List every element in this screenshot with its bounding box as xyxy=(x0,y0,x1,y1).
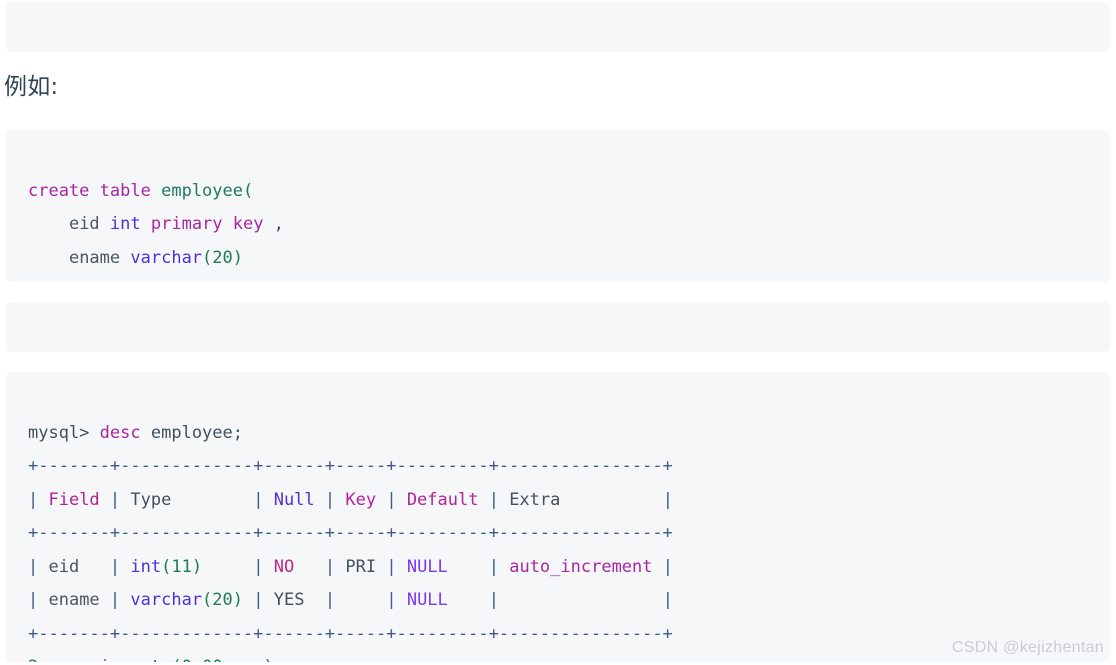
pipe: | xyxy=(243,556,274,577)
cell-default: NULL xyxy=(406,556,479,577)
token-close: ); xyxy=(28,281,48,282)
footer-time: (0.00 xyxy=(171,657,222,662)
code-line-col1: eid int primary key , xyxy=(28,208,1110,242)
table-separator-mid: +-------+-------------+------+-----+----… xyxy=(28,523,673,543)
footer-count: 2 xyxy=(28,657,38,662)
footer-unit: sec) xyxy=(233,657,274,662)
token-desc: desc xyxy=(99,422,141,443)
token-col2-name: ename xyxy=(68,247,121,268)
header-default: Default xyxy=(406,489,479,510)
mysql-footer-row: 2 rows in set (0.00 sec) xyxy=(28,651,1110,662)
code-block-create-table: create table employee( eid int primary k… xyxy=(6,130,1110,282)
header-extra: Extra xyxy=(509,489,653,510)
token-open-paren-2: ( xyxy=(202,247,213,268)
pipe: | xyxy=(242,489,274,510)
token-comma: , xyxy=(273,214,284,234)
code-line-create: create table employee( xyxy=(28,175,1110,209)
token-col2-len: 20 xyxy=(212,247,233,268)
token-open-paren: ( xyxy=(243,180,254,201)
table-row: | ename | varchar(20) | YES | | NULL | | xyxy=(28,584,1110,618)
header-key: Key xyxy=(345,489,377,510)
cell-field: ename xyxy=(48,590,100,610)
cell-type-base: varchar xyxy=(130,590,203,610)
cell-type-len: (20) xyxy=(202,590,243,610)
code-block-alter-example: alter table employee modify eid int auto… xyxy=(6,302,1110,352)
pipe: | xyxy=(478,489,510,510)
pipe: | xyxy=(376,556,407,577)
pipe: | xyxy=(314,489,346,510)
table-separator-top: +-------+-------------+------+-----+----… xyxy=(28,456,673,476)
footer-in: in xyxy=(100,657,120,662)
cell-field: eid xyxy=(48,556,100,577)
cell-type-len: (11) xyxy=(161,556,203,577)
token-col1-name: eid xyxy=(68,214,100,234)
cell-extra: auto_increment xyxy=(509,556,653,577)
table-header-row: | Field | Type | Null | Key | Default | … xyxy=(28,484,1110,518)
pipe: | xyxy=(28,556,49,577)
cell-pad xyxy=(202,557,243,577)
code-line-col2: ename varchar(20) xyxy=(28,242,1110,276)
token-col2-type: varchar xyxy=(130,247,203,268)
token-close-paren-2: ) xyxy=(232,247,244,268)
pipe: | xyxy=(478,556,510,577)
pipe: | xyxy=(376,590,407,610)
footer-set: set xyxy=(130,657,161,662)
pipe: | xyxy=(243,590,274,610)
cell-type-base: int xyxy=(130,556,162,577)
footer-rows: rows xyxy=(49,657,90,662)
token-table: table xyxy=(99,180,151,201)
code-block-mysql-output: mysql> desc employee; +-------+----------… xyxy=(6,372,1110,662)
pipe: | xyxy=(314,590,346,610)
token-col1-constraint: primary key xyxy=(150,214,264,234)
mysql-command-line: mysql> desc employee; xyxy=(28,417,1110,451)
pipe: | xyxy=(28,590,49,610)
pipe: | xyxy=(314,556,346,577)
csdn-watermark: CSDN @kejizhentan xyxy=(951,639,1104,656)
token-desc-target: employee; xyxy=(150,422,243,443)
table-row: | eid | int(11) | NO | PRI | NULL | auto… xyxy=(28,551,1110,585)
code-block-alter-syntax: alter table 表名称 modify 字段名 数据类型 auto_inc… xyxy=(6,2,1110,52)
token-create: create xyxy=(28,180,90,201)
table-separator-bottom: +-------+-------------+------+-----+----… xyxy=(28,623,673,644)
token-col1-type: int xyxy=(109,214,141,234)
pipe: | xyxy=(99,489,131,510)
token-table-name: employee xyxy=(161,180,243,201)
pipe: | xyxy=(99,590,131,610)
cell-key: PRI xyxy=(345,556,377,577)
cell-default: NULL xyxy=(406,590,479,610)
mysql-prompt: mysql> xyxy=(28,422,90,443)
pipe: | xyxy=(99,556,131,577)
pipe: | xyxy=(28,489,49,510)
example-label: 例如: xyxy=(4,74,59,100)
pipe: | xyxy=(652,489,673,510)
code-line-close: ); xyxy=(28,275,1110,282)
pipe: | xyxy=(376,489,407,510)
header-null: Null xyxy=(273,489,315,510)
document-page: alter table 表名称 modify 字段名 数据类型 auto_inc… xyxy=(0,0,1116,665)
cell-key xyxy=(345,590,376,610)
pipe: | xyxy=(652,590,673,610)
cell-extra xyxy=(509,590,652,610)
cell-null: YES xyxy=(273,590,315,610)
header-field: Field xyxy=(48,489,100,510)
pipe: | xyxy=(652,556,673,577)
pipe: | xyxy=(478,590,510,610)
cell-null: NO xyxy=(273,556,315,577)
header-type: Type xyxy=(130,489,243,510)
